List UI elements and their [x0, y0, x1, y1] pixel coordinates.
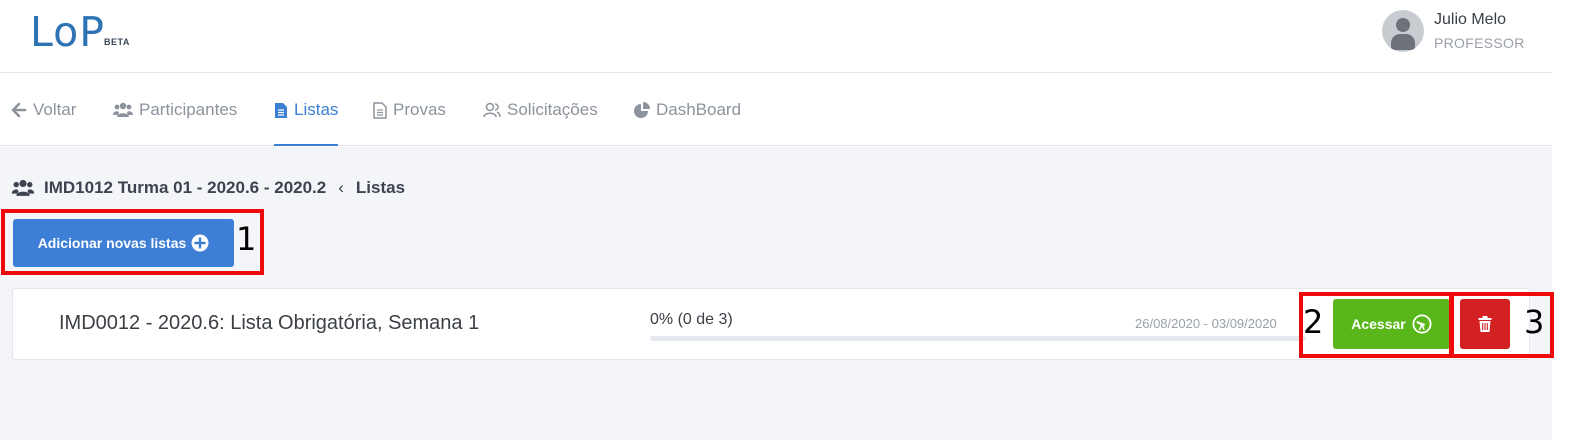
nav-item-voltar[interactable]: Voltar: [11, 74, 76, 146]
user-role: PROFESSOR: [1434, 35, 1525, 51]
nav-label-solicitacoes: Solicitações: [507, 100, 598, 119]
progress-bar: [650, 336, 1306, 341]
tab-listas[interactable]: Listas: [274, 74, 339, 146]
breadcrumb-course-link[interactable]: IMD1012 Turma 01 - 2020.6 - 2020.2: [44, 178, 326, 198]
beta-badge: BETA: [104, 37, 130, 47]
nav-item-solicitacoes[interactable]: Solicitações: [483, 74, 598, 146]
nav-label-provas: Provas: [393, 100, 446, 119]
file-outline-icon: [373, 101, 387, 119]
nav-label-listas: Listas: [294, 100, 339, 119]
nav-label-voltar: Voltar: [33, 100, 77, 119]
app-root: LoP BETA Julio Melo PROFESSOR Voltar Par…: [0, 0, 1579, 440]
avatar-head: [1396, 18, 1410, 32]
list-dates: 26/08/2020 - 03/09/2020: [1135, 316, 1277, 331]
list-title: IMD0012 - 2020.6: Lista Obrigatória, Sem…: [59, 312, 480, 334]
avatar-body: [1391, 34, 1415, 50]
nav-item-dashboard[interactable]: DashBoard: [633, 74, 741, 146]
nav-item-provas[interactable]: Provas: [373, 74, 446, 146]
nav-item-participantes[interactable]: Participantes: [113, 74, 237, 146]
annotation-box-1: [1, 209, 264, 275]
arrow-left-icon: [11, 102, 27, 118]
pie-chart-icon: [634, 101, 650, 118]
users-icon: [11, 179, 35, 196]
annotation-label-2: 2: [1303, 303, 1324, 341]
nav-label-participantes: Participantes: [139, 100, 238, 119]
file-text-icon: [275, 102, 287, 118]
user-outline-icon: [483, 102, 501, 118]
user-name: Julio Melo: [1434, 11, 1507, 28]
annotation-label-3: 3: [1524, 303, 1545, 341]
breadcrumb: IMD1012 Turma 01 - 2020.6 - 2020.2 ‹ Lis…: [11, 176, 405, 200]
avatar[interactable]: [1382, 10, 1424, 52]
users-icon: [113, 102, 133, 117]
nav-label-dashboard: DashBoard: [656, 100, 742, 119]
top-header: LoP BETA Julio Melo PROFESSOR: [0, 0, 1552, 73]
breadcrumb-separator: ‹: [338, 178, 344, 197]
app-logo[interactable]: LoP: [30, 8, 105, 56]
breadcrumb-current: Listas: [355, 178, 406, 197]
annotation-label-1: 1: [236, 220, 257, 258]
course-nav: Voltar Participantes Listas Provas Solic…: [0, 74, 1552, 146]
progress-text: 0% (0 de 3): [650, 311, 733, 328]
